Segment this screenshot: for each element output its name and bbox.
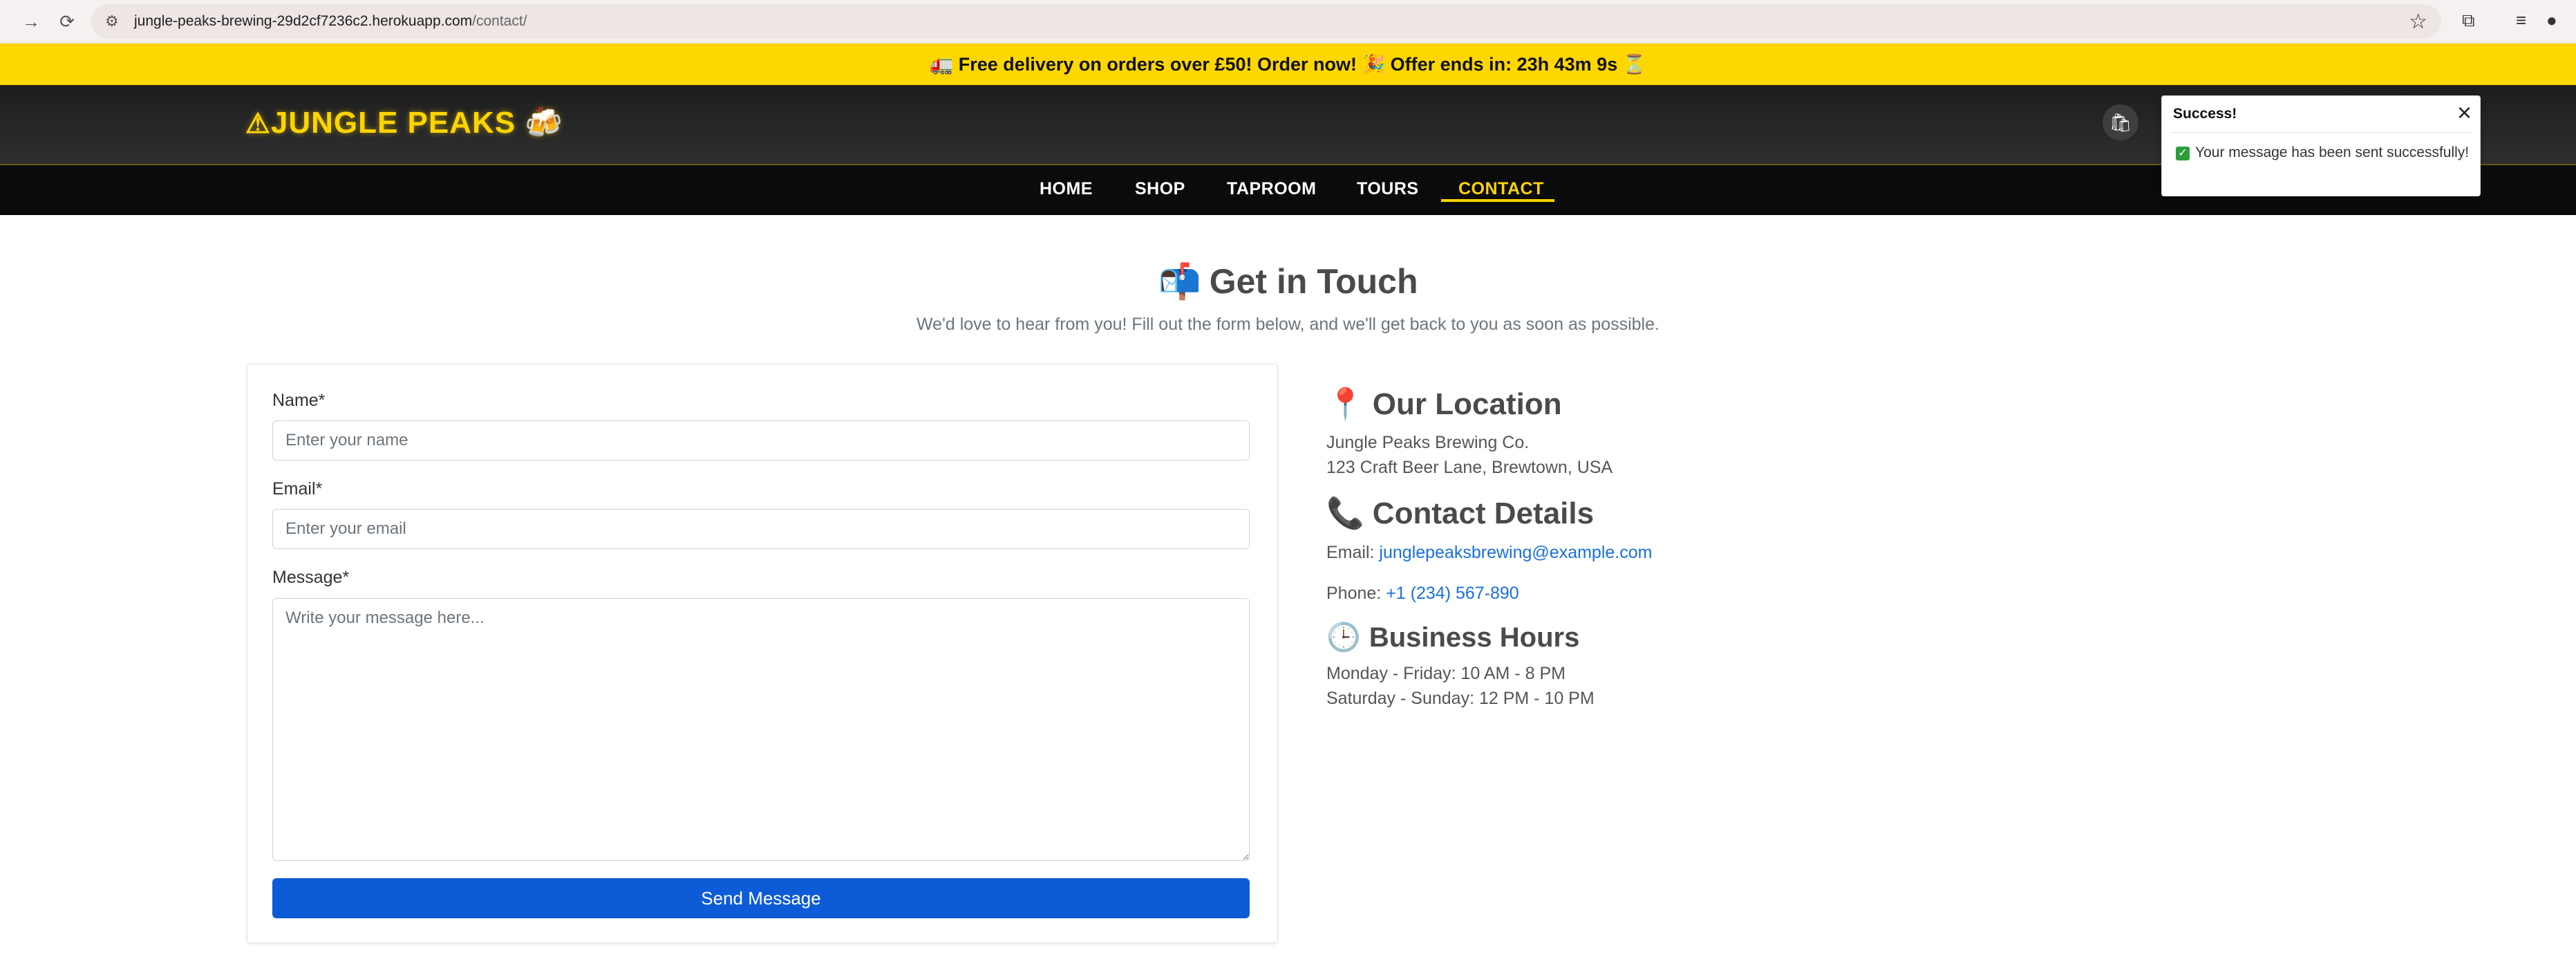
name-label: Name* (272, 391, 326, 410)
active-nav-indicator (1441, 199, 1554, 202)
clock-icon: 🕒 (1326, 622, 1361, 653)
reload-icon[interactable]: ⟳ (55, 10, 79, 33)
phone-link[interactable]: +1 (234) 567-890 (1386, 584, 1519, 603)
name-input[interactable] (272, 420, 1250, 461)
pin-icon: 📍 (1326, 387, 1364, 421)
message-textarea[interactable] (272, 598, 1250, 861)
toast-divider (2170, 132, 2472, 133)
nav-tours[interactable]: TOURS (1357, 179, 1419, 199)
contact-phone-row: Phone: +1 (234) 567-890 (1326, 584, 1519, 603)
location-heading: 📍 Our Location (1326, 387, 1562, 421)
profile-avatar[interactable]: ● (2546, 10, 2557, 31)
site-logo[interactable]: ⚠JUNGLE PEAKS 🍻 (245, 104, 563, 140)
page-title: 📬 Get in Touch (1158, 262, 1418, 301)
logo-text: JUNGLE PEAKS (270, 106, 516, 140)
message-label: Message* (272, 568, 350, 587)
hours-weekend: Saturday - Sunday: 12 PM - 10 PM (1326, 689, 1595, 708)
toast-message: Your message has been sent successfully! (2195, 145, 2470, 160)
site-info-icon[interactable]: ⚙ (105, 12, 119, 30)
email-label: Email* (272, 479, 323, 499)
mailbox-icon: 📬 (1158, 262, 1201, 301)
location-line-1: Jungle Peaks Brewing Co. (1326, 433, 1530, 452)
nav-taproom[interactable]: TAPROOM (1227, 179, 1316, 199)
contact-email-row: Email: junglepeaksbrewing@example.com (1326, 543, 1653, 562)
extensions-icon[interactable]: ⧉ (2462, 10, 2475, 32)
bookmark-star-icon[interactable]: ☆ (2409, 10, 2427, 34)
beer-icon: 🍻 (525, 106, 564, 140)
browser-toolbar: → ⟳ ⚙ jungle-peaks-brewing-29d2cf7236c2.… (0, 0, 2576, 44)
forward-icon[interactable]: → (19, 10, 43, 33)
hours-weekday: Monday - Friday: 10 AM - 8 PM (1326, 664, 1566, 683)
page-subtitle: We'd love to hear from you! Fill out the… (916, 315, 1660, 334)
email-link[interactable]: junglepeaksbrewing@example.com (1379, 543, 1652, 562)
close-icon[interactable]: × (2457, 99, 2472, 127)
toast-title: Success! (2173, 106, 2237, 122)
media-controls-icon[interactable]: ≡ (2516, 10, 2526, 31)
contact-form: Name* Email* Message* Send Message (247, 364, 1278, 943)
nav-home[interactable]: HOME (1040, 179, 1093, 199)
success-toast: Success! × ✓ Your message has been sent … (2161, 95, 2481, 196)
address-bar[interactable]: ⚙ jungle-peaks-brewing-29d2cf7236c2.hero… (91, 4, 2441, 39)
promo-banner: 🚛 Free delivery on orders over £50! Orde… (0, 44, 2576, 85)
send-message-button[interactable]: Send Message (272, 878, 1250, 918)
warning-icon: ⚠ (245, 109, 271, 139)
phone-icon: 📞 (1326, 496, 1364, 530)
nav-shop[interactable]: SHOP (1135, 179, 1185, 199)
nav-contact[interactable]: CONTACT (1458, 179, 1544, 199)
checkbox-checked-icon: ✓ (2176, 147, 2190, 160)
shopping-bag-icon: 🛍 (2109, 112, 2132, 133)
cart-button[interactable]: 🛍 (2103, 104, 2138, 140)
email-input[interactable] (272, 509, 1250, 549)
url-text: jungle-peaks-brewing-29d2cf7236c2.heroku… (134, 13, 527, 29)
hours-heading: 🕒 Business Hours (1326, 622, 1580, 653)
contact-heading: 📞 Contact Details (1326, 496, 1595, 530)
location-line-2: 123 Craft Beer Lane, Brewtown, USA (1326, 458, 1613, 477)
